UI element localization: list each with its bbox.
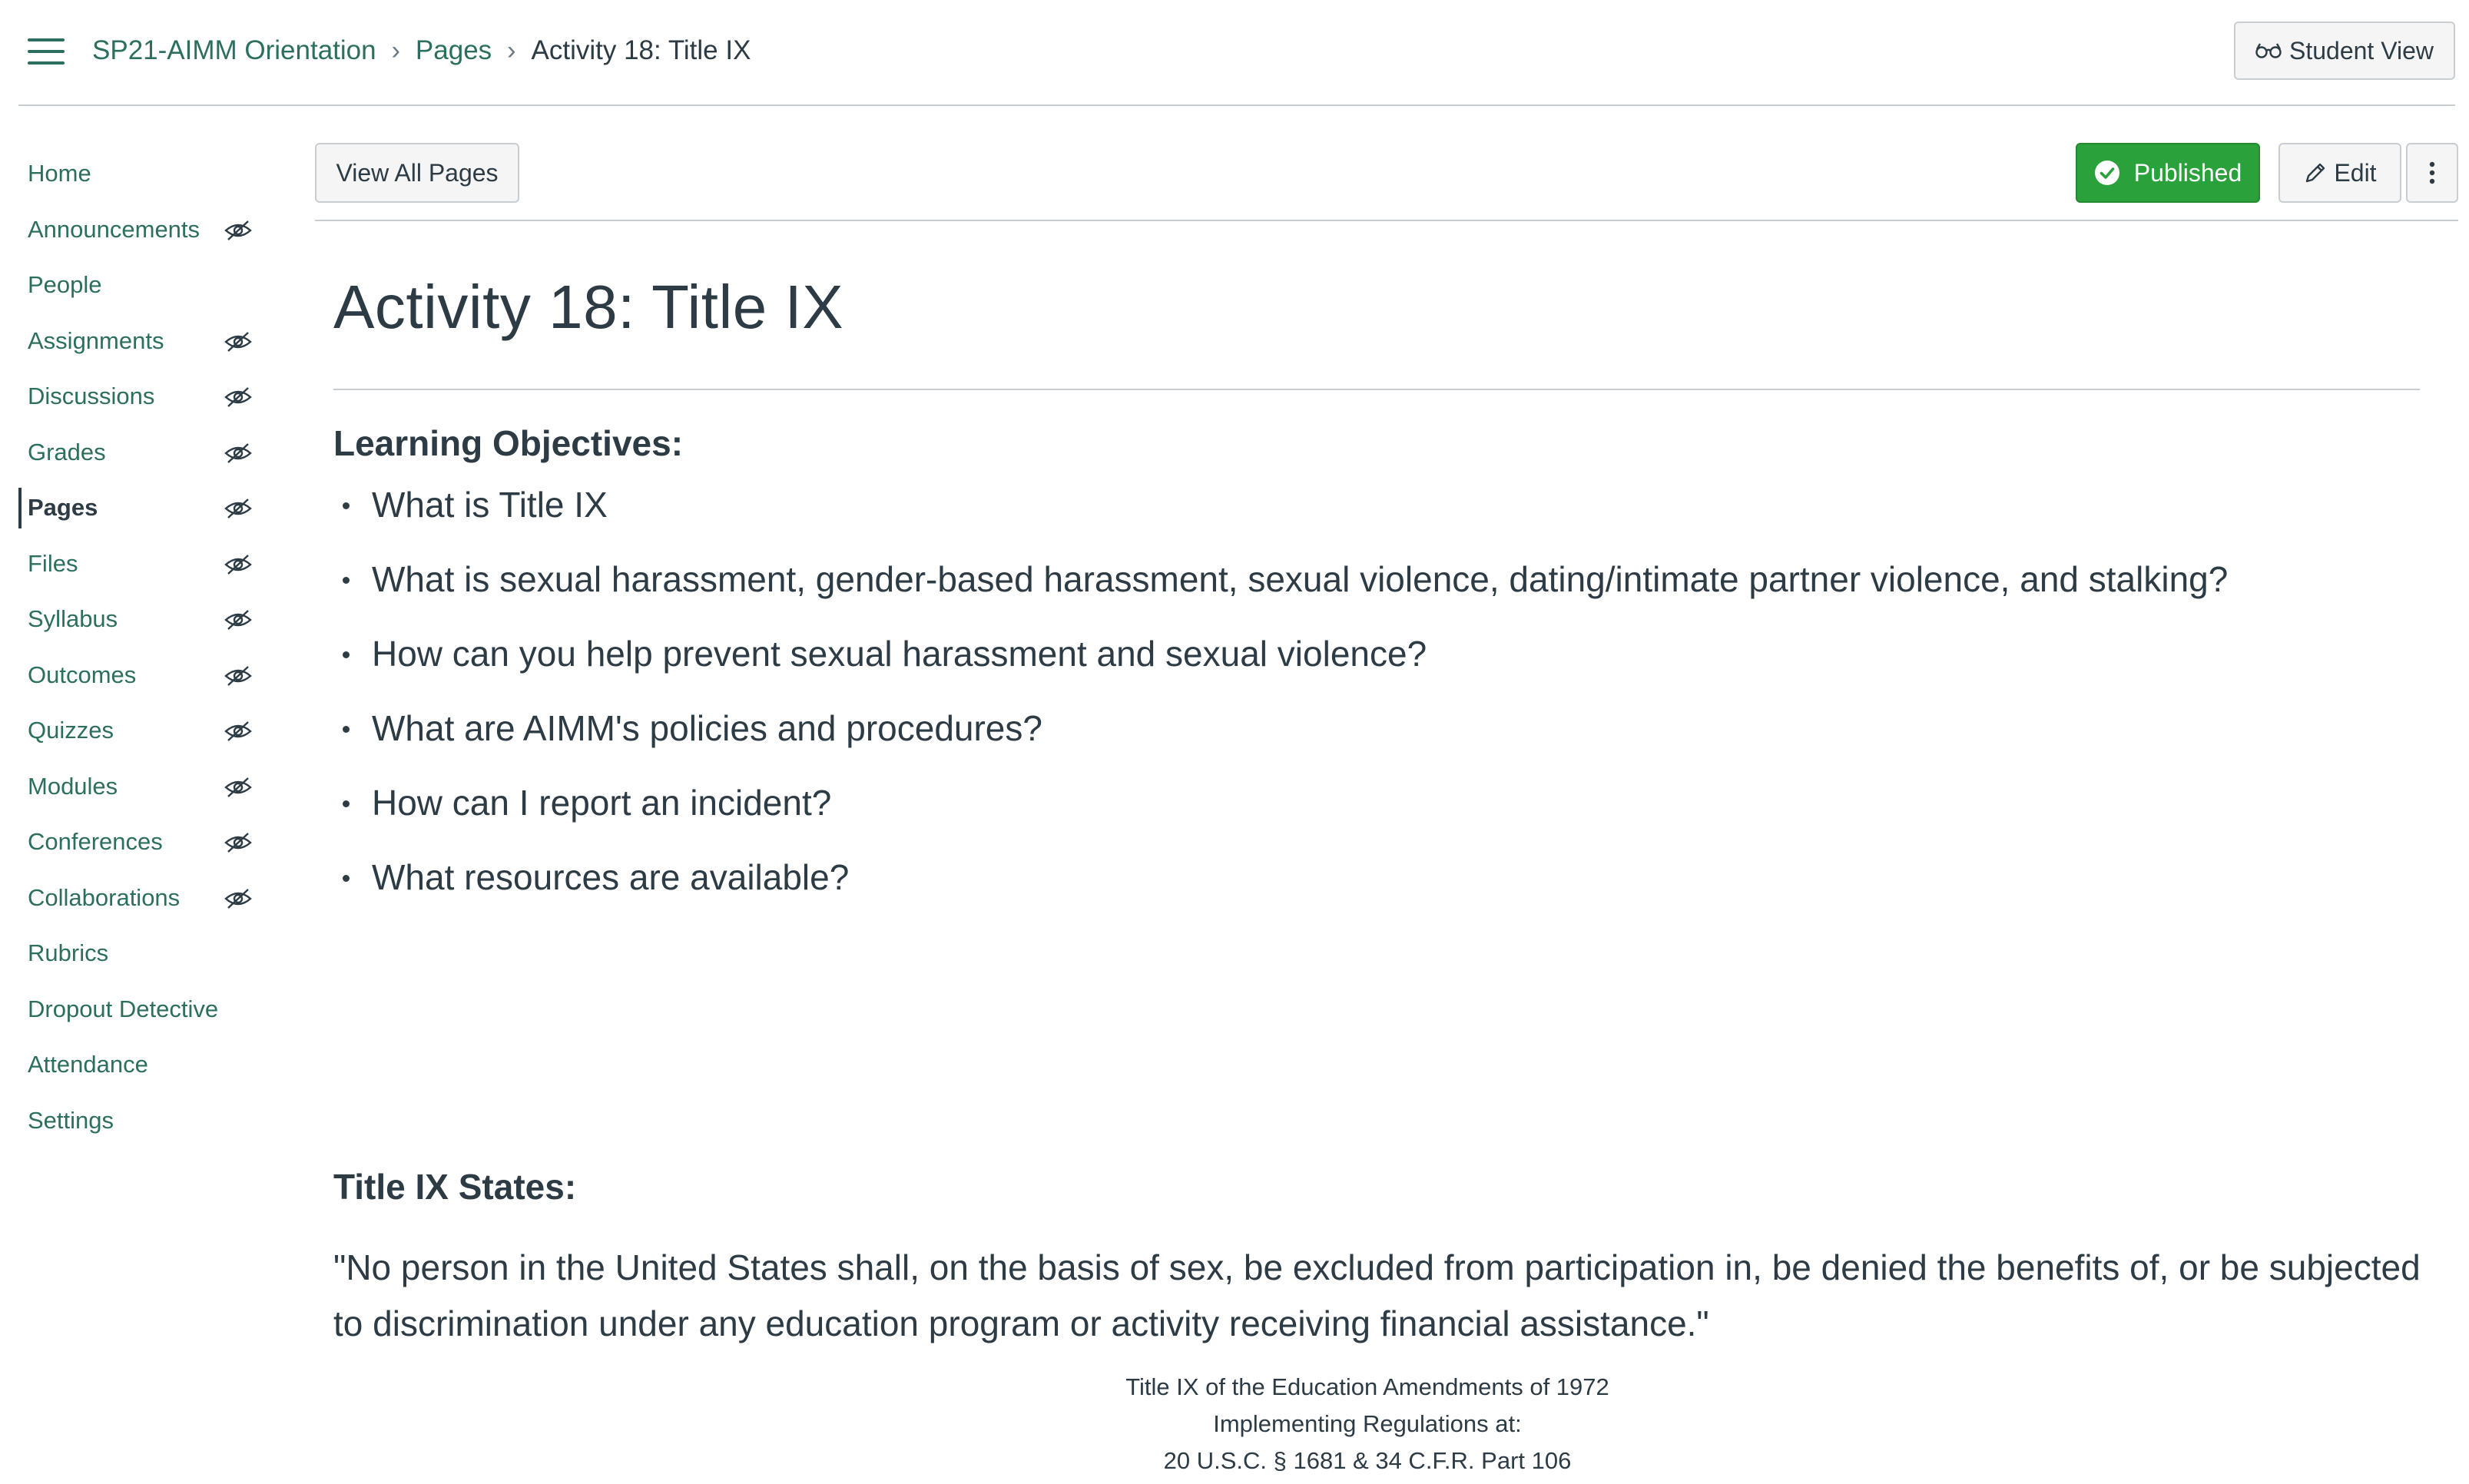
bullet-icon — [343, 800, 350, 807]
eye-slash-icon — [223, 553, 254, 576]
sidebar-item-label: Attendance — [28, 1051, 148, 1078]
objective-text: What are AIMM's policies and procedures? — [372, 708, 1042, 748]
sidebar-item-collaborations[interactable]: Collaborations — [0, 870, 277, 926]
objectives-list: What is Title IX What is sexual harassmen… — [333, 482, 2228, 929]
sidebar-item-label: Grades — [28, 438, 106, 465]
sidebar-item-label: Syllabus — [28, 605, 118, 633]
list-item: What resources are available? — [333, 855, 2228, 929]
edit-button[interactable]: Edit — [2278, 143, 2401, 203]
check-circle-icon — [2094, 161, 2119, 185]
eye-slash-icon — [223, 386, 254, 409]
sidebar-item-label: People — [28, 271, 102, 299]
sidebar-item-label: Home — [28, 160, 91, 187]
course-navigation: Home Announcements People Assignments Discus… — [0, 146, 277, 1148]
eye-slash-icon — [223, 776, 254, 799]
objective-text: What is Title IX — [372, 485, 608, 525]
published-label: Published — [2133, 158, 2242, 187]
sidebar-item-attendance[interactable]: Attendance — [0, 1037, 277, 1093]
bullet-icon — [343, 875, 350, 882]
eye-slash-icon — [223, 608, 254, 631]
list-item: What is sexual harassment, gender-based … — [333, 557, 2228, 631]
list-item: How can I report an incident? — [333, 780, 2228, 855]
breadcrumb-separator: › — [507, 35, 516, 65]
bullet-icon — [343, 577, 350, 584]
top-bar: SP21-AIMM Orientation › Pages › Activity… — [0, 0, 2469, 106]
sidebar-item-quizzes[interactable]: Quizzes — [0, 703, 277, 759]
student-view-label: Student View — [2289, 36, 2434, 65]
sidebar-item-discussions[interactable]: Discussions — [0, 369, 277, 425]
sidebar-item-label: Pages — [28, 494, 98, 522]
eye-slash-icon — [223, 720, 254, 743]
citation-line: Implementing Regulations at: — [1213, 1410, 1522, 1437]
list-item: How can you help prevent sexual harassme… — [333, 631, 2228, 706]
eye-slash-icon — [223, 219, 254, 242]
sidebar-item-announcements[interactable]: Announcements — [0, 202, 277, 258]
title-ix-states-heading: Title IX States: — [333, 1167, 577, 1207]
sidebar-item-label: Announcements — [28, 215, 201, 243]
hamburger-icon[interactable] — [28, 38, 65, 65]
objective-text: How can you help prevent sexual harassme… — [372, 634, 1427, 674]
sidebar-item-outcomes[interactable]: Outcomes — [0, 648, 277, 704]
edit-label: Edit — [2334, 158, 2377, 187]
breadcrumb-pages-link[interactable]: Pages — [416, 35, 492, 66]
sidebar-item-label: Rubrics — [28, 939, 109, 967]
objective-text: What resources are available? — [372, 857, 850, 897]
toolbar-divider — [315, 220, 2458, 221]
sidebar-item-syllabus[interactable]: Syllabus — [0, 591, 277, 648]
sidebar-item-pages[interactable]: Pages — [0, 480, 277, 536]
sidebar-item-rubrics[interactable]: Rubrics — [0, 926, 277, 982]
sidebar-item-grades[interactable]: Grades — [0, 425, 277, 481]
sidebar-item-assignments[interactable]: Assignments — [0, 313, 277, 369]
eye-slash-icon — [223, 664, 254, 687]
sidebar-item-dropout-detective[interactable]: Dropout Detective — [0, 982, 277, 1038]
citation-line: Title IX of the Education Amendments of … — [1125, 1373, 1609, 1400]
title-ix-quote: "No person in the United States shall, o… — [333, 1247, 2421, 1343]
eye-slash-icon — [223, 497, 254, 520]
eye-slash-icon — [223, 887, 254, 910]
bullet-icon — [343, 502, 350, 509]
sidebar-item-label: Quizzes — [28, 717, 114, 744]
top-divider — [18, 104, 2455, 106]
sidebar-item-label: Discussions — [28, 383, 155, 410]
sidebar-item-label: Collaborations — [28, 883, 181, 911]
bullet-icon — [343, 726, 350, 733]
sidebar-item-label: Files — [28, 549, 78, 577]
objective-text: What is sexual harassment, gender-based … — [372, 559, 2229, 599]
sidebar-item-label: Modules — [28, 772, 118, 800]
sidebar-item-label: Dropout Detective — [28, 995, 219, 1022]
published-button[interactable]: Published — [2076, 143, 2260, 203]
glasses-icon — [2255, 43, 2282, 58]
sidebar-item-label: Settings — [28, 1106, 114, 1134]
citation-line: 20 U.S.C. § 1681 & 34 C.F.R. Part 106 — [1163, 1447, 1572, 1474]
sidebar-item-people[interactable]: People — [0, 257, 277, 313]
view-all-pages-button[interactable]: View All Pages — [315, 143, 519, 203]
more-options-button[interactable] — [2406, 143, 2458, 203]
sidebar-item-label: Assignments — [28, 326, 164, 354]
sidebar-item-label: Outcomes — [28, 661, 137, 688]
sidebar-item-modules[interactable]: Modules — [0, 759, 277, 815]
kebab-menu-icon — [2429, 161, 2435, 184]
breadcrumb: SP21-AIMM Orientation › Pages › Activity… — [92, 31, 751, 71]
sidebar-item-conferences[interactable]: Conferences — [0, 814, 277, 870]
pencil-icon — [2306, 163, 2325, 183]
eye-slash-icon — [223, 330, 254, 353]
bullet-icon — [343, 651, 350, 658]
student-view-button[interactable]: Student View — [2234, 22, 2455, 80]
citation: Title IX of the Education Amendments of … — [315, 1369, 2420, 1479]
eye-slash-icon — [223, 831, 254, 854]
eye-slash-icon — [223, 442, 254, 465]
sidebar-item-label: Conferences — [28, 828, 163, 856]
page-title: Activity 18: Title IX — [333, 273, 844, 341]
breadcrumb-course-link[interactable]: SP21-AIMM Orientation — [92, 35, 376, 66]
breadcrumb-separator: › — [391, 35, 400, 65]
sidebar-item-settings[interactable]: Settings — [0, 1093, 277, 1149]
list-item: What are AIMM's policies and procedures? — [333, 706, 2228, 780]
objectives-heading: Learning Objectives: — [333, 423, 684, 463]
sidebar-item-files[interactable]: Files — [0, 536, 277, 592]
list-item: What is Title IX — [333, 482, 2228, 557]
objective-text: How can I report an incident? — [372, 783, 832, 823]
title-divider — [333, 389, 2420, 390]
breadcrumb-current: Activity 18: Title IX — [531, 35, 751, 65]
sidebar-item-home[interactable]: Home — [0, 146, 277, 202]
